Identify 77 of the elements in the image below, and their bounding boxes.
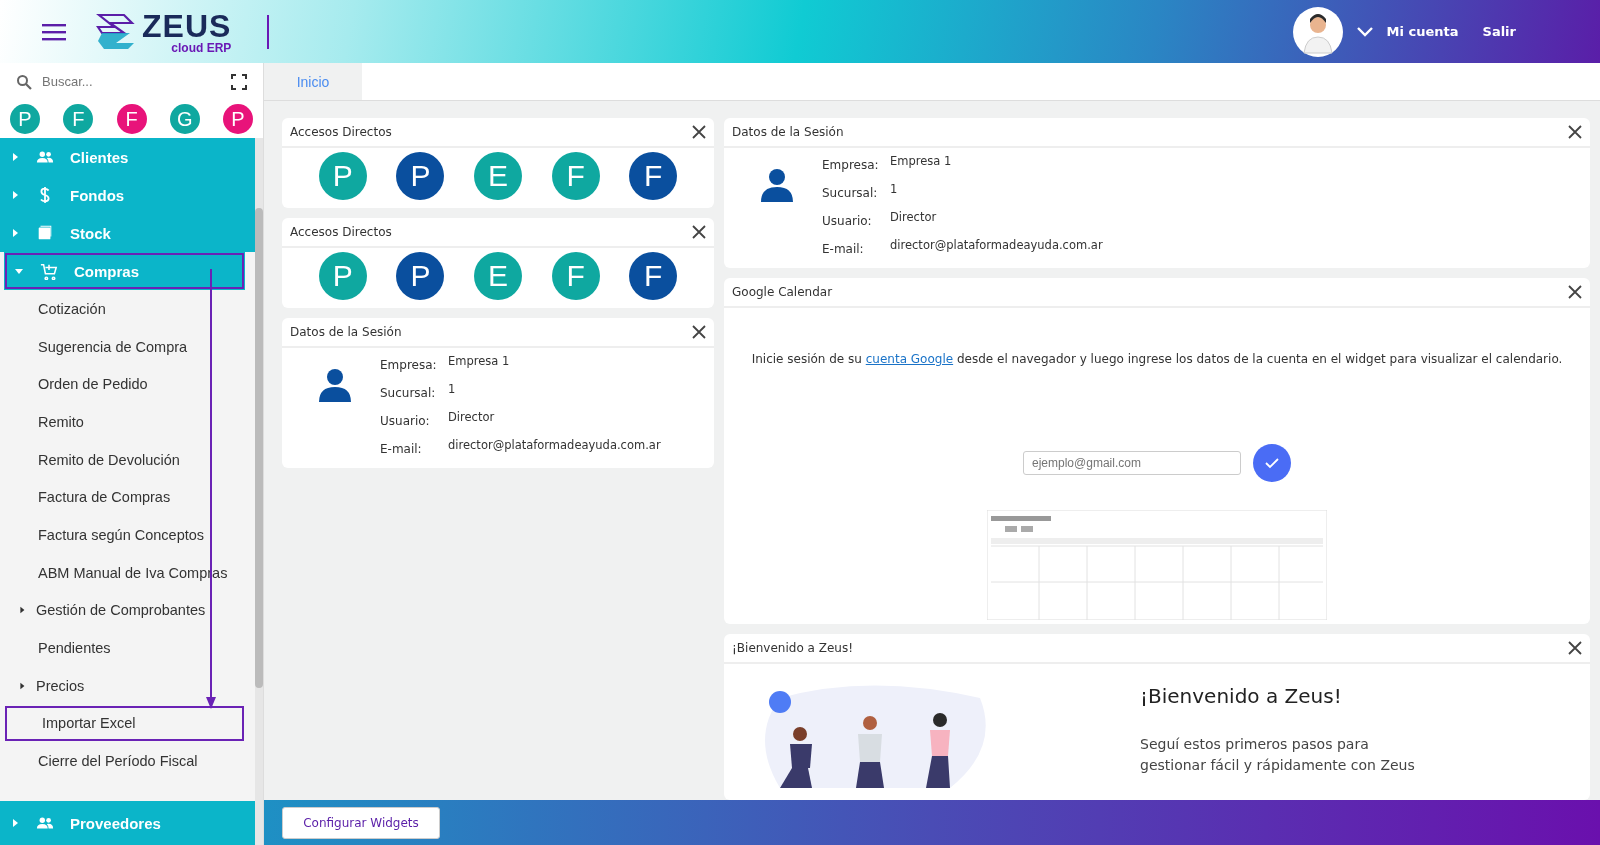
close-icon[interactable]: [1568, 285, 1582, 299]
scrollbar-thumb[interactable]: [255, 208, 263, 688]
widget-title: Accesos Directos: [290, 125, 392, 139]
shortcut[interactable]: F: [629, 152, 678, 200]
field-value: Empresa 1: [448, 354, 511, 368]
calendar-instructions: Inicie sesión de su cuenta Google desde el navegador y luego ingrese los datos de la cuenta en el widget para visualizar el calendario.: [751, 352, 1563, 366]
box-icon: [36, 224, 54, 242]
search-icon: [16, 73, 32, 90]
logo-icon: [96, 12, 136, 51]
configure-widgets-button[interactable]: Configurar Widgets: [282, 806, 440, 839]
menu-icon[interactable]: [42, 22, 66, 41]
favorite-shortcut[interactable]: F: [116, 104, 147, 134]
submenu-item[interactable]: Remito de Devolución: [0, 440, 255, 479]
submenu-item[interactable]: Gestión de Comprobantes: [0, 591, 255, 630]
caret-icon: [14, 266, 24, 276]
caret-icon: [18, 606, 26, 615]
google-account-link[interactable]: cuenta Google: [865, 352, 954, 366]
welcome-text: Seguí estos primeros pasos para gestionar fácil y rápidamente con Zeus: [1140, 735, 1416, 775]
field-label: Empresa:: [822, 158, 880, 172]
logout-link[interactable]: Salir: [1482, 24, 1516, 39]
widget-title: Accesos Directos: [290, 225, 392, 239]
user-icon: [760, 168, 794, 202]
submenu-item[interactable]: Pendientes: [0, 629, 255, 667]
caret-icon: [18, 681, 26, 690]
fullscreen-icon[interactable]: [231, 73, 247, 90]
close-icon[interactable]: [692, 325, 706, 339]
field-value: Empresa 1: [890, 154, 953, 168]
user-icon: [318, 368, 352, 402]
welcome-heading: ¡Bienvenido a Zeus!: [1140, 684, 1343, 708]
search-field[interactable]: Buscar...: [40, 73, 223, 90]
widget-title: Datos de la Sesión: [732, 125, 844, 139]
field-value: 1: [890, 182, 899, 196]
field-label: E-mail:: [822, 242, 865, 256]
email-field[interactable]: ejemplo@gmail.com: [1023, 451, 1241, 475]
caret-icon: [10, 818, 20, 828]
check-icon: [1264, 455, 1280, 471]
widget-title: ¡Bienvenido a Zeus!: [732, 641, 853, 655]
field-value: director@plataformadeayuda.com.ar: [890, 238, 1103, 252]
cart-icon: [40, 262, 58, 280]
field-label: Sucursal:: [822, 186, 879, 200]
close-icon[interactable]: [692, 125, 706, 139]
chevron-down-icon[interactable]: [1356, 26, 1373, 37]
submenu-item[interactable]: Precios: [0, 666, 255, 705]
account-link[interactable]: Mi cuenta: [1386, 24, 1459, 39]
submenu-item[interactable]: Factura de Compras: [0, 478, 255, 517]
confirm-button[interactable]: [1253, 444, 1291, 482]
field-value: Director: [890, 210, 938, 224]
submenu-item[interactable]: Remito: [0, 403, 255, 441]
close-icon[interactable]: [692, 225, 706, 239]
field-value: 1: [448, 382, 457, 396]
shortcut[interactable]: P: [396, 252, 445, 300]
close-icon[interactable]: [1568, 125, 1582, 139]
field-value: Director: [448, 410, 496, 424]
shortcut[interactable]: F: [629, 252, 678, 300]
field-value: director@plataformadeayuda.com.ar: [448, 438, 661, 452]
submenu-item[interactable]: Sugerencia de Compra: [0, 327, 255, 366]
caret-icon: [10, 228, 20, 238]
field-label: Sucursal:: [380, 386, 437, 400]
field-label: Empresa:: [380, 358, 438, 372]
field-label: Usuario:: [380, 414, 431, 428]
submenu-item[interactable]: Factura según Conceptos: [0, 516, 255, 554]
submenu-item[interactable]: Orden de Pedido: [0, 365, 255, 404]
caret-icon: [10, 152, 20, 162]
logo-text: ZEUS: [142, 9, 232, 42]
field-label: Usuario:: [822, 214, 873, 228]
logo-subtitle: cloud ERP: [171, 41, 232, 54]
close-icon[interactable]: [1568, 641, 1582, 655]
caret-icon: [10, 190, 20, 200]
favorite-shortcut[interactable]: P: [223, 104, 253, 134]
widget-title: Datos de la Sesión: [290, 325, 402, 339]
widget-title: Google Calendar: [732, 285, 833, 299]
submenu-item[interactable]: Cierre del Período Fiscal: [0, 742, 255, 780]
field-label: E-mail:: [380, 442, 423, 456]
avatar-icon[interactable]: [1292, 6, 1343, 57]
shortcut[interactable]: P: [396, 152, 445, 200]
submenu-item[interactable]: Cotización: [0, 290, 255, 328]
submenu-item[interactable]: Importar Excel: [4, 704, 245, 743]
